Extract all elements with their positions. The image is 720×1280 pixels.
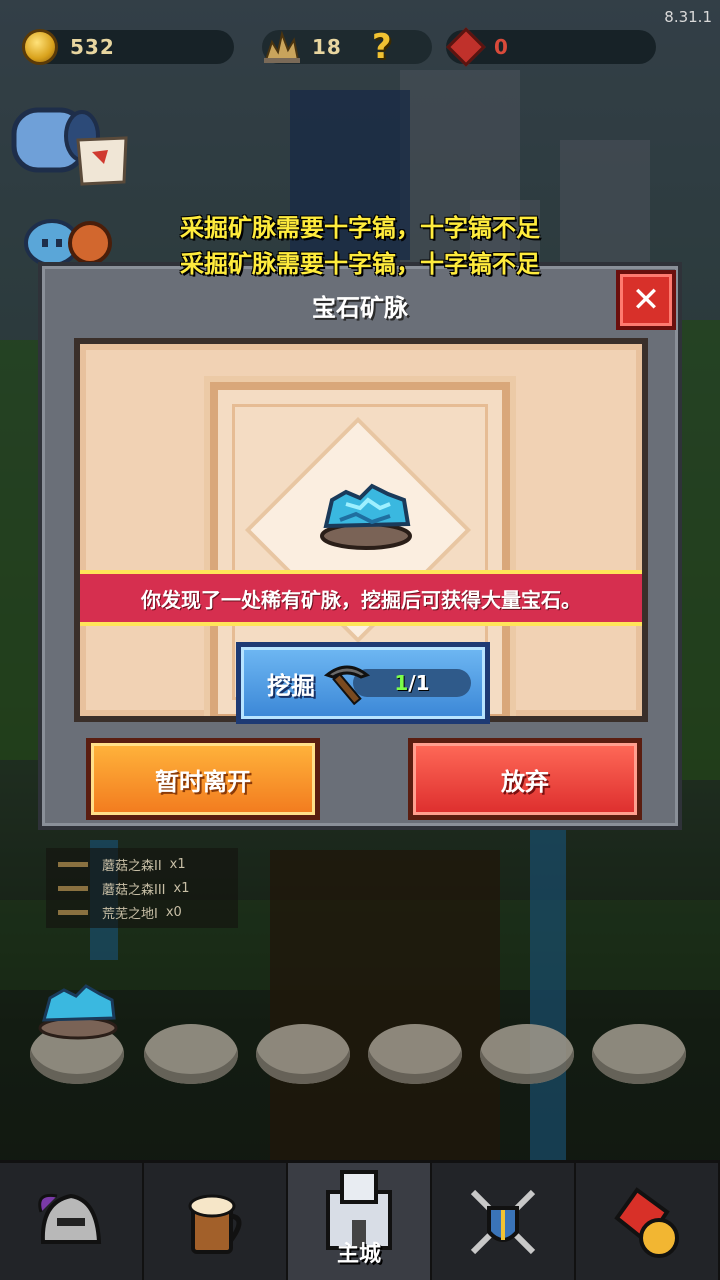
list-item[interactable]: 荒芜之地I x0 xyxy=(58,900,238,924)
pickaxe-icon xyxy=(323,665,371,705)
crystal-value: 18 xyxy=(312,35,342,59)
helmet-icon xyxy=(38,1193,102,1244)
nav-main-city-label: 主城 xyxy=(336,1242,381,1267)
description-banner: 你发现了一处稀有矿脉，挖掘后可获得大量宝石。 xyxy=(80,570,642,626)
tavern-icon xyxy=(188,1194,242,1254)
bottom-nav: 主城 xyxy=(0,1160,720,1280)
gem-value: 0 xyxy=(494,35,509,59)
abandon-button[interactable]: 放弃 xyxy=(408,738,642,820)
pickaxe-required: /1 xyxy=(408,671,430,695)
nav-shop[interactable] xyxy=(576,1163,720,1280)
crystal-ore-icon xyxy=(264,30,300,63)
crystal-counter[interactable]: 18 ? xyxy=(262,27,432,67)
leave-temporarily-button[interactable]: 暂时离开 xyxy=(86,738,320,820)
nav-heroes[interactable] xyxy=(0,1163,144,1280)
red-gem-icon xyxy=(446,27,486,67)
close-icon: ✕ xyxy=(631,280,661,320)
pickaxe-owned: 1 xyxy=(394,671,409,695)
stump-slot[interactable] xyxy=(256,1024,350,1084)
dig-button[interactable]: 挖掘 1/1 xyxy=(236,642,490,724)
warning-text: 采掘矿脉需要十字镐，十字镐不足 xyxy=(180,214,540,242)
battle-icon xyxy=(470,1189,536,1254)
help-icon[interactable]: ? xyxy=(372,27,392,67)
mailbox-icon[interactable] xyxy=(8,100,128,190)
gold-coin-icon xyxy=(22,29,58,65)
gold-counter[interactable]: 532 xyxy=(22,29,234,65)
gem-vein-dialog: 宝石矿脉 ✕ 你发现了一处稀有矿脉，挖掘后可获得大量宝石。 挖掘 1/1 暂时离… xyxy=(38,262,682,830)
warning-text: 采掘矿脉需要十字镐，十字镐不足 xyxy=(180,250,540,278)
gem-counter[interactable]: 0 xyxy=(446,27,656,67)
version-label: 8.31.1 xyxy=(664,8,712,26)
stump-slot[interactable] xyxy=(480,1024,574,1084)
nav-main-city[interactable]: 主城 xyxy=(288,1163,432,1280)
close-button[interactable]: ✕ xyxy=(616,270,676,330)
list-item[interactable]: 蘑菇之森II x1 xyxy=(58,852,238,876)
list-item[interactable]: 蘑菇之森III x1 xyxy=(58,876,238,900)
shop-icon xyxy=(614,1186,679,1258)
vein-description: 你发现了一处稀有矿脉，挖掘后可获得大量宝石。 xyxy=(141,587,581,612)
stump-slot[interactable] xyxy=(144,1024,238,1084)
stump-slot[interactable] xyxy=(592,1024,686,1084)
gem-ore-icon[interactable] xyxy=(36,980,120,1040)
nav-tavern[interactable] xyxy=(144,1163,288,1280)
gold-value: 532 xyxy=(70,35,115,59)
stump-slot[interactable] xyxy=(368,1024,462,1084)
dig-button-label: 挖掘 xyxy=(267,671,315,700)
dialog-title: 宝石矿脉 xyxy=(312,294,408,322)
mine-list: 蘑菇之森II x1 蘑菇之森III x1 荒芜之地I x0 xyxy=(46,848,238,928)
gem-ore-icon xyxy=(320,483,412,550)
nav-battle[interactable] xyxy=(432,1163,576,1280)
